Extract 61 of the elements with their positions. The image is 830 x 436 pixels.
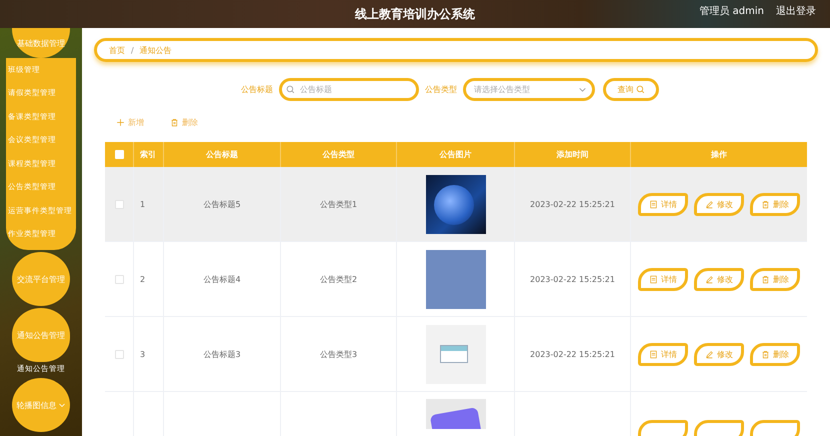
breadcrumb-link[interactable]: 首页 bbox=[109, 44, 125, 56]
table-cell: 公告标题3 bbox=[203, 348, 241, 360]
table-cell: 1 bbox=[140, 200, 146, 208]
table-cell: 2023-02-22 15:25:21 bbox=[530, 200, 615, 208]
table-cell: 2023-02-22 15:25:21 bbox=[530, 274, 615, 284]
pencil-icon bbox=[705, 274, 714, 284]
trash-icon bbox=[761, 200, 770, 208]
table-cell: 公告标题5 bbox=[203, 198, 241, 210]
logout-link[interactable]: 退出登录 bbox=[776, 4, 816, 18]
trash-icon bbox=[761, 274, 770, 284]
table-cell: 公告类型1 bbox=[320, 198, 358, 210]
column-header: 操作 bbox=[710, 149, 728, 161]
search-field[interactable]: 公告标题 bbox=[279, 78, 419, 101]
details-button[interactable]: 详情 bbox=[638, 268, 688, 290]
user-name: 管理员 admin bbox=[699, 5, 764, 18]
menu-group[interactable]: 基础数据管理 bbox=[12, 28, 70, 58]
field-label: 公告标题 bbox=[241, 84, 273, 95]
pencil-icon bbox=[705, 350, 714, 358]
details-button[interactable]: 详情 bbox=[638, 192, 688, 216]
plus-icon bbox=[116, 118, 125, 127]
document-icon bbox=[649, 274, 658, 284]
document-icon bbox=[649, 200, 658, 208]
menu-group[interactable]: 通知公告管理 bbox=[12, 308, 70, 362]
photo-placeholder bbox=[426, 399, 486, 429]
pencil-icon bbox=[705, 200, 714, 208]
query-button[interactable]: 查询 bbox=[603, 78, 659, 101]
table-cell: 公告类型2 bbox=[320, 274, 358, 284]
delete-button[interactable]: 删除 bbox=[170, 117, 198, 128]
photo-placeholder bbox=[426, 250, 486, 308]
table-cell: 公告标题4 bbox=[203, 274, 241, 284]
chevron-down-icon bbox=[58, 401, 66, 409]
row-checkbox[interactable] bbox=[114, 274, 124, 284]
newspaper-photo-placeholder bbox=[426, 324, 486, 384]
table-cell: 2023-02-22 15:25:21 bbox=[530, 350, 615, 358]
document-icon bbox=[649, 350, 658, 358]
edit-button[interactable]: 修改 bbox=[694, 192, 744, 216]
menu-group[interactable]: 交流平台管理 bbox=[12, 252, 70, 306]
search-icon bbox=[636, 85, 644, 94]
delete-button[interactable]: 删除 bbox=[750, 192, 800, 216]
details-button[interactable]: 详情 bbox=[638, 342, 688, 366]
edit-button[interactable]: 修改 bbox=[694, 342, 744, 366]
row-checkbox[interactable] bbox=[114, 200, 124, 208]
globe-photo-placeholder bbox=[426, 174, 486, 234]
table-cell: 2 bbox=[140, 274, 146, 284]
select-all-checkbox[interactable] bbox=[114, 150, 124, 159]
trash-icon bbox=[170, 118, 179, 127]
search-icon bbox=[286, 85, 295, 94]
type-select[interactable]: 请选择公告类型 bbox=[463, 78, 595, 101]
breadcrumb-separator: / bbox=[131, 46, 134, 54]
app-title: 线上教育培训办公系统 bbox=[355, 6, 475, 22]
trash-icon bbox=[761, 350, 770, 358]
field-label: 公告类型 bbox=[425, 84, 457, 95]
breadcrumb-link[interactable]: 通知公告 bbox=[140, 44, 172, 56]
table-cell: 公告类型3 bbox=[320, 348, 358, 360]
delete-button[interactable]: 删除 bbox=[750, 268, 800, 290]
table-cell: 3 bbox=[140, 350, 146, 358]
row-checkbox[interactable] bbox=[114, 350, 124, 358]
edit-button[interactable]: 修改 bbox=[694, 268, 744, 290]
add-button[interactable]: 新增 bbox=[116, 117, 144, 128]
delete-button[interactable]: 删除 bbox=[750, 342, 800, 366]
menu-group[interactable]: 轮播图信息 bbox=[12, 378, 70, 432]
